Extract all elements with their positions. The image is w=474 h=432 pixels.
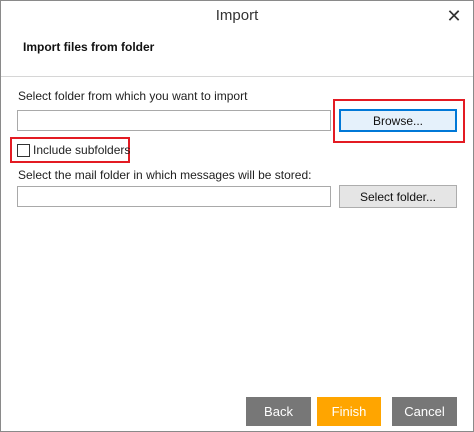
source-folder-input[interactable] [17,110,331,131]
window-title: Import [215,7,259,24]
mail-folder-input[interactable] [17,186,331,207]
back-button[interactable]: Back [246,397,311,426]
select-folder-button[interactable]: Select folder... [339,185,457,208]
close-icon[interactable]: ✕ [443,5,465,27]
source-folder-label: Select folder from which you want to imp… [18,89,248,103]
title-bar: Import ✕ [1,1,473,31]
cancel-button[interactable]: Cancel [392,397,457,426]
include-subfolders-label[interactable]: Include subfolders [33,143,130,157]
browse-button[interactable]: Browse... [339,109,457,132]
checkbox-icon[interactable] [17,144,30,157]
page-heading-area: Import files from folder [1,31,473,77]
finish-button[interactable]: Finish [317,397,381,426]
mail-folder-label: Select the mail folder in which messages… [18,168,312,182]
import-dialog: Import ✕ Import files from folder Select… [0,0,474,432]
page-title: Import files from folder [23,40,155,54]
